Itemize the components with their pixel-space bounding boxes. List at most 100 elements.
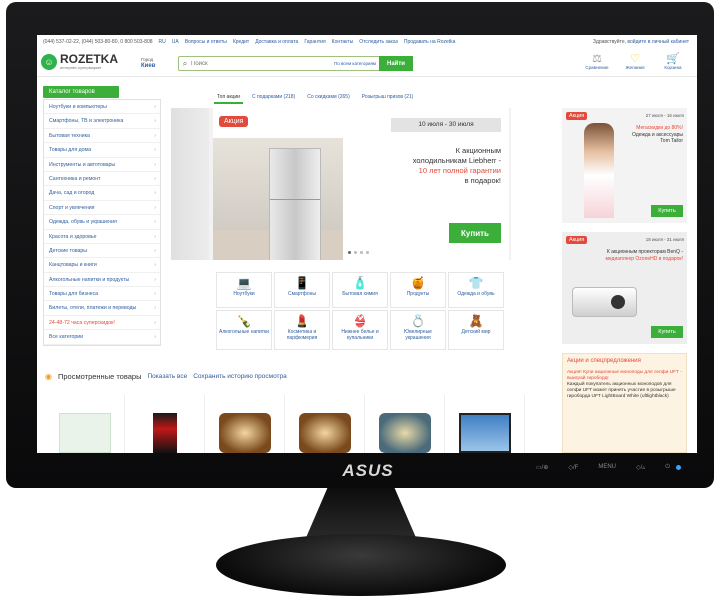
brightness-button[interactable]: ◇/▵ [636, 464, 645, 471]
wishlist-button[interactable]: ♡ Желания [621, 52, 649, 70]
monitor-neck [305, 488, 417, 540]
lang-ua[interactable]: UA [172, 39, 179, 45]
lang-ru[interactable]: RU [159, 39, 166, 45]
category-grid: 💻 Ноутбуки 📱 Смартфоны 🧴 Бытовая химия 🍯 Про… [216, 272, 508, 350]
tab-with-discounts[interactable]: Со скидками (265) [304, 92, 353, 104]
link-faq[interactable]: Вопросы и ответы [185, 39, 227, 45]
catalog-menu: Каталог товаров Ноутбуки и компьютеры См… [43, 86, 161, 346]
power-led-icon [676, 465, 681, 470]
catalog-item[interactable]: Детские товары [44, 244, 160, 259]
splendid-button[interactable]: ◇/F [568, 464, 578, 471]
link-warranty[interactable]: Гарантия [304, 39, 325, 45]
catalog-item[interactable]: Товары для дома [44, 143, 160, 158]
catalog-item[interactable]: Красота и здоровье [44, 230, 160, 244]
product-card[interactable] [205, 395, 285, 453]
category-tile[interactable]: 💍 Ювелирные украшения [390, 310, 446, 350]
side-banner-tomtailor[interactable]: Акция 27 июля - 16 июля Мегаскидки до 80… [562, 108, 687, 223]
buy-button[interactable]: Купить [651, 326, 683, 338]
promo-carousel[interactable]: Акция 10 июля - 30 июля К акционным холо… [171, 108, 511, 260]
product-card[interactable] [445, 395, 525, 453]
product-card[interactable] [365, 395, 445, 453]
browser-screen: (044) 537-02-22, (044) 503-80-80, 0 800 … [37, 35, 697, 453]
compare-button[interactable]: ⚖ Сравнение [583, 52, 611, 70]
account-area: Здравствуйте, войдите в личный кабинет [593, 39, 697, 45]
lingerie-icon: 👙 [352, 314, 368, 328]
link-credit[interactable]: Кредит [233, 39, 249, 45]
special-offer-text[interactable]: Акция! Купи акционные моноподы для селфи… [567, 370, 682, 400]
promo-text: Мегаскидки до 80%! Одежда и аксессуары T… [632, 125, 683, 144]
bottle-icon: 🍾 [236, 314, 252, 328]
product-card[interactable] [125, 395, 205, 453]
catalog-item[interactable]: Товары для бизнеса [44, 287, 160, 302]
product-image [298, 413, 351, 453]
monitor-controls: ▭/⊕ ◇/F MENU ◇/▵ ⏻ [536, 464, 670, 471]
product-image [458, 413, 511, 453]
category-tile[interactable]: 📱 Смартфоны [274, 272, 330, 308]
catalog-item[interactable]: Билеты, отели, платежи и переводы [44, 301, 160, 316]
catalog-item[interactable]: Спорт и увлечения [44, 201, 160, 216]
catalog-item[interactable]: Инструменты и автотовары [44, 158, 160, 172]
input-button[interactable]: ▭/⊕ [536, 464, 548, 471]
catalog-item[interactable]: Дача, сад и огород [44, 186, 160, 201]
category-tile[interactable]: 💄 Косметика и парфюмерия [274, 310, 330, 350]
promo-tabs: Топ акции С подарками (218) Со скидками … [214, 92, 416, 104]
tab-top-promos[interactable]: Топ акции [214, 92, 243, 104]
track-order-link[interactable]: Отследить заказ [359, 39, 398, 45]
catalog-item[interactable]: Одежда, обувь и украшения [44, 215, 160, 230]
catalog-item-sale[interactable]: 24-48-72 часа суперскидок! [44, 316, 160, 331]
catalog-item[interactable]: Канцтовары и книги [44, 258, 160, 273]
catalog-item[interactable]: Ноутбуки и компьютеры [44, 100, 160, 115]
product-image [218, 413, 271, 453]
fridge-image [269, 148, 321, 260]
tab-with-gifts[interactable]: С подарками (218) [249, 92, 298, 104]
viewed-title: Просмотренные товары [57, 372, 142, 381]
show-all-link[interactable]: Показать все [148, 373, 188, 380]
search-button[interactable]: Найти [379, 56, 413, 71]
scales-icon: ⚖ [592, 53, 602, 65]
category-tile[interactable]: 🧸 Детский мир [448, 310, 504, 350]
menu-button[interactable]: MENU [598, 464, 616, 471]
heart-icon: ♡ [630, 53, 640, 65]
cart-button[interactable]: 🛒 Корзина [659, 52, 687, 70]
promo-date: 10 июля - 30 июля [391, 118, 501, 132]
product-card[interactable] [45, 395, 125, 453]
special-offers-title[interactable]: Акции и спецпредложения [567, 358, 682, 364]
login-link[interactable]: войдите в личный кабинет [627, 39, 689, 45]
viewed-products-row [45, 395, 550, 453]
promo-badge: Акция [566, 112, 588, 120]
promo-buy-button[interactable]: Купить [449, 223, 501, 243]
link-delivery[interactable]: Доставка и оплата [255, 39, 298, 45]
carousel-prev-slide[interactable] [171, 108, 209, 260]
category-tile[interactable]: 💻 Ноутбуки [216, 272, 272, 308]
search-input[interactable] [191, 60, 334, 67]
product-card[interactable] [285, 395, 365, 453]
laptop-icon: 💻 [236, 276, 252, 290]
carousel-dots[interactable] [348, 251, 369, 254]
projector-photo [572, 287, 637, 317]
promo-slide[interactable]: Акция 10 июля - 30 июля К акционным холо… [213, 108, 509, 260]
power-button[interactable]: ⏻ [665, 464, 670, 471]
product-image [378, 413, 431, 453]
buy-button[interactable]: Купить [651, 205, 683, 217]
catalog-item[interactable]: Сантехника и ремонт [44, 172, 160, 187]
side-banner-benq[interactable]: Акция 18 июля - 31 июля К акционным прое… [562, 232, 687, 344]
search-scope-select[interactable]: По всем категориям [334, 61, 379, 66]
catalog-item[interactable]: Алкогольные напитки и продукты [44, 273, 160, 288]
category-tile[interactable]: 🍯 Продукты [390, 272, 446, 308]
catalog-item-all[interactable]: Все категории [44, 330, 160, 345]
eye-icon: ◉ [45, 372, 52, 381]
category-tile[interactable]: 🍾 Алкогольные напитки [216, 310, 272, 350]
logo[interactable]: ☺ ROZETKA интернет-супермаркет [41, 53, 118, 70]
save-history-link[interactable]: Сохранить историю просмотра [193, 373, 287, 380]
catalog-item[interactable]: Смартфоны, ТВ и электроника [44, 114, 160, 129]
category-tile[interactable]: 🧴 Бытовая химия [332, 272, 388, 308]
city-selector[interactable]: Город Киев [141, 57, 155, 69]
catalog-button[interactable]: Каталог товаров [43, 86, 119, 98]
tab-prize-draws[interactable]: Розыгрыш призов (21) [359, 92, 417, 104]
clothing-icon: 👕 [468, 276, 484, 290]
link-contacts[interactable]: Контакты [332, 39, 354, 45]
category-tile[interactable]: 👕 Одежда и обувь [448, 272, 504, 308]
catalog-item[interactable]: Бытовая техника [44, 129, 160, 144]
sell-link[interactable]: Продавать на Rozetka [404, 39, 456, 45]
category-tile[interactable]: 👙 Нижнее белье и купальники [332, 310, 388, 350]
